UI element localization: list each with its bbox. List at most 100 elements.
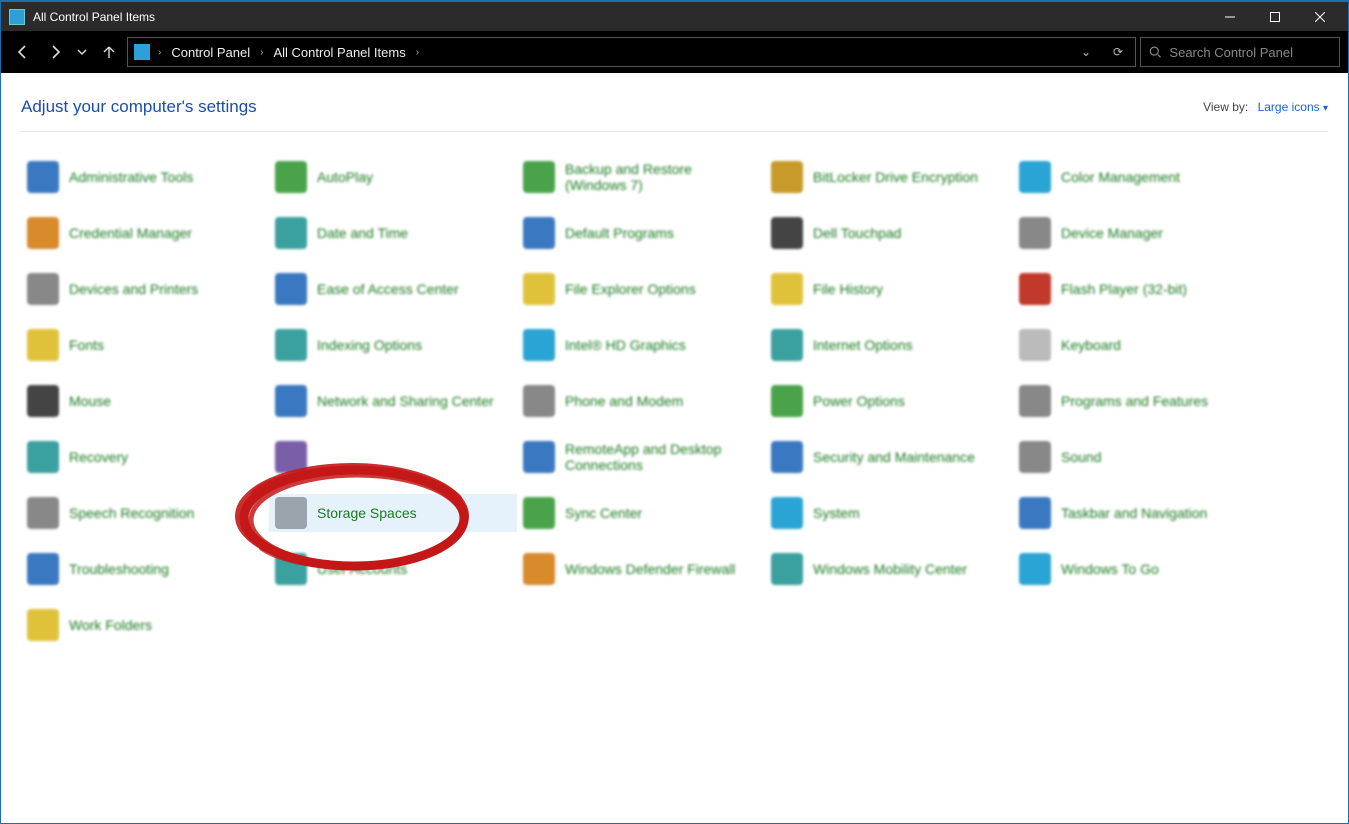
item-label: Date and Time [317, 225, 408, 241]
item-label: Network and Sharing Center [317, 393, 494, 409]
item-icon [27, 497, 59, 529]
control-panel-item[interactable]: Date and Time [269, 214, 517, 252]
control-panel-item[interactable]: Administrative Tools [21, 158, 269, 196]
control-panel-icon [134, 44, 150, 60]
window-title: All Control Panel Items [33, 10, 155, 24]
control-panel-item[interactable] [269, 438, 517, 476]
control-panel-item[interactable]: Default Programs [517, 214, 765, 252]
minimize-button[interactable] [1207, 2, 1252, 32]
item-icon [771, 161, 803, 193]
control-panel-item[interactable]: Windows Defender Firewall [517, 550, 765, 588]
control-panel-item[interactable]: Power Options [765, 382, 1013, 420]
search-icon [1149, 45, 1161, 59]
item-label: Administrative Tools [69, 169, 193, 185]
chevron-right-icon[interactable]: › [414, 47, 421, 58]
header-row: Adjust your computer's settings View by:… [21, 91, 1328, 132]
back-button[interactable] [9, 38, 37, 66]
control-panel-item[interactable]: Network and Sharing Center [269, 382, 517, 420]
item-label: Devices and Printers [69, 281, 198, 297]
control-panel-item[interactable]: BitLocker Drive Encryption [765, 158, 1013, 196]
control-panel-item[interactable]: Security and Maintenance [765, 438, 1013, 476]
forward-button[interactable] [41, 38, 69, 66]
item-label: Windows Mobility Center [813, 561, 967, 577]
close-button[interactable] [1297, 2, 1342, 32]
item-icon [27, 273, 59, 305]
item-label: Sync Center [565, 505, 642, 521]
item-icon [27, 161, 59, 193]
content-area: Adjust your computer's settings View by:… [1, 73, 1348, 662]
item-label: Indexing Options [317, 337, 422, 353]
item-icon [523, 497, 555, 529]
item-label: Troubleshooting [69, 561, 169, 577]
item-label: System [813, 505, 860, 521]
item-icon [1019, 161, 1051, 193]
control-panel-item[interactable]: Dell Touchpad [765, 214, 1013, 252]
control-panel-item[interactable]: User Accounts [269, 550, 517, 588]
control-panel-item[interactable]: Recovery [21, 438, 269, 476]
control-panel-item[interactable]: AutoPlay [269, 158, 517, 196]
control-panel-item[interactable]: File Explorer Options [517, 270, 765, 308]
breadcrumb-current[interactable]: All Control Panel Items [269, 45, 409, 60]
up-button[interactable] [95, 38, 123, 66]
control-panel-item[interactable]: Devices and Printers [21, 270, 269, 308]
control-panel-item[interactable]: Fonts [21, 326, 269, 364]
control-panel-item[interactable]: Speech Recognition [21, 494, 269, 532]
item-label: Default Programs [565, 225, 674, 241]
control-panel-item[interactable]: File History [765, 270, 1013, 308]
control-panel-item[interactable]: Taskbar and Navigation [1013, 494, 1261, 532]
chevron-right-icon[interactable]: › [156, 47, 163, 58]
item-icon [275, 217, 307, 249]
viewby-select[interactable]: Large icons ▾ [1258, 100, 1328, 114]
control-panel-item[interactable]: RemoteApp and Desktop Connections [517, 438, 765, 476]
chevron-right-icon[interactable]: › [258, 47, 265, 58]
item-icon [523, 329, 555, 361]
control-panel-item[interactable]: Internet Options [765, 326, 1013, 364]
control-panel-item[interactable]: Windows Mobility Center [765, 550, 1013, 588]
control-panel-item[interactable]: Work Folders [21, 606, 269, 644]
maximize-button[interactable] [1252, 2, 1297, 32]
item-label: Security and Maintenance [813, 449, 975, 465]
item-label: Sound [1061, 449, 1101, 465]
item-icon [1019, 441, 1051, 473]
address-dropdown-button[interactable]: ⌄ [1073, 45, 1099, 59]
control-panel-item[interactable]: Keyboard [1013, 326, 1261, 364]
item-icon [523, 161, 555, 193]
control-panel-item[interactable]: Color Management [1013, 158, 1261, 196]
control-panel-item[interactable]: Backup and Restore (Windows 7) [517, 158, 765, 196]
control-panel-item[interactable]: Credential Manager [21, 214, 269, 252]
item-label: Mouse [69, 393, 111, 409]
control-panel-item[interactable]: Indexing Options [269, 326, 517, 364]
refresh-button[interactable]: ⟳ [1105, 45, 1131, 59]
control-panel-item[interactable]: Troubleshooting [21, 550, 269, 588]
control-panel-item[interactable]: Sound [1013, 438, 1261, 476]
control-panel-item[interactable]: System [765, 494, 1013, 532]
item-icon [27, 329, 59, 361]
items-grid: Administrative Tools AutoPlayBackup and R… [21, 158, 1328, 644]
address-bar[interactable]: › Control Panel › All Control Panel Item… [127, 37, 1136, 67]
chevron-down-icon: ▾ [1323, 103, 1328, 114]
control-panel-item[interactable]: Programs and Features [1013, 382, 1261, 420]
recent-dropdown-button[interactable] [73, 38, 91, 66]
control-panel-item[interactable]: Mouse [21, 382, 269, 420]
item-label: Internet Options [813, 337, 913, 353]
item-icon [27, 385, 59, 417]
item-icon [523, 441, 555, 473]
control-panel-item[interactable]: Flash Player (32-bit) [1013, 270, 1261, 308]
control-panel-item[interactable]: Intel® HD Graphics [517, 326, 765, 364]
control-panel-item[interactable]: Windows To Go [1013, 550, 1261, 588]
item-label: Windows Defender Firewall [565, 561, 735, 577]
item-icon [275, 273, 307, 305]
breadcrumb-root[interactable]: Control Panel [167, 45, 254, 60]
control-panel-item[interactable]: Phone and Modem [517, 382, 765, 420]
control-panel-item[interactable]: Sync Center [517, 494, 765, 532]
search-input[interactable] [1169, 45, 1331, 60]
control-panel-item[interactable]: Storage Spaces [269, 494, 517, 532]
item-icon [523, 553, 555, 585]
item-icon [275, 329, 307, 361]
control-panel-item[interactable]: Ease of Access Center [269, 270, 517, 308]
item-label: Speech Recognition [69, 505, 194, 521]
item-label: Programs and Features [1061, 393, 1208, 409]
control-panel-item[interactable]: Device Manager [1013, 214, 1261, 252]
search-box[interactable] [1140, 37, 1340, 67]
item-label: Dell Touchpad [813, 225, 901, 241]
